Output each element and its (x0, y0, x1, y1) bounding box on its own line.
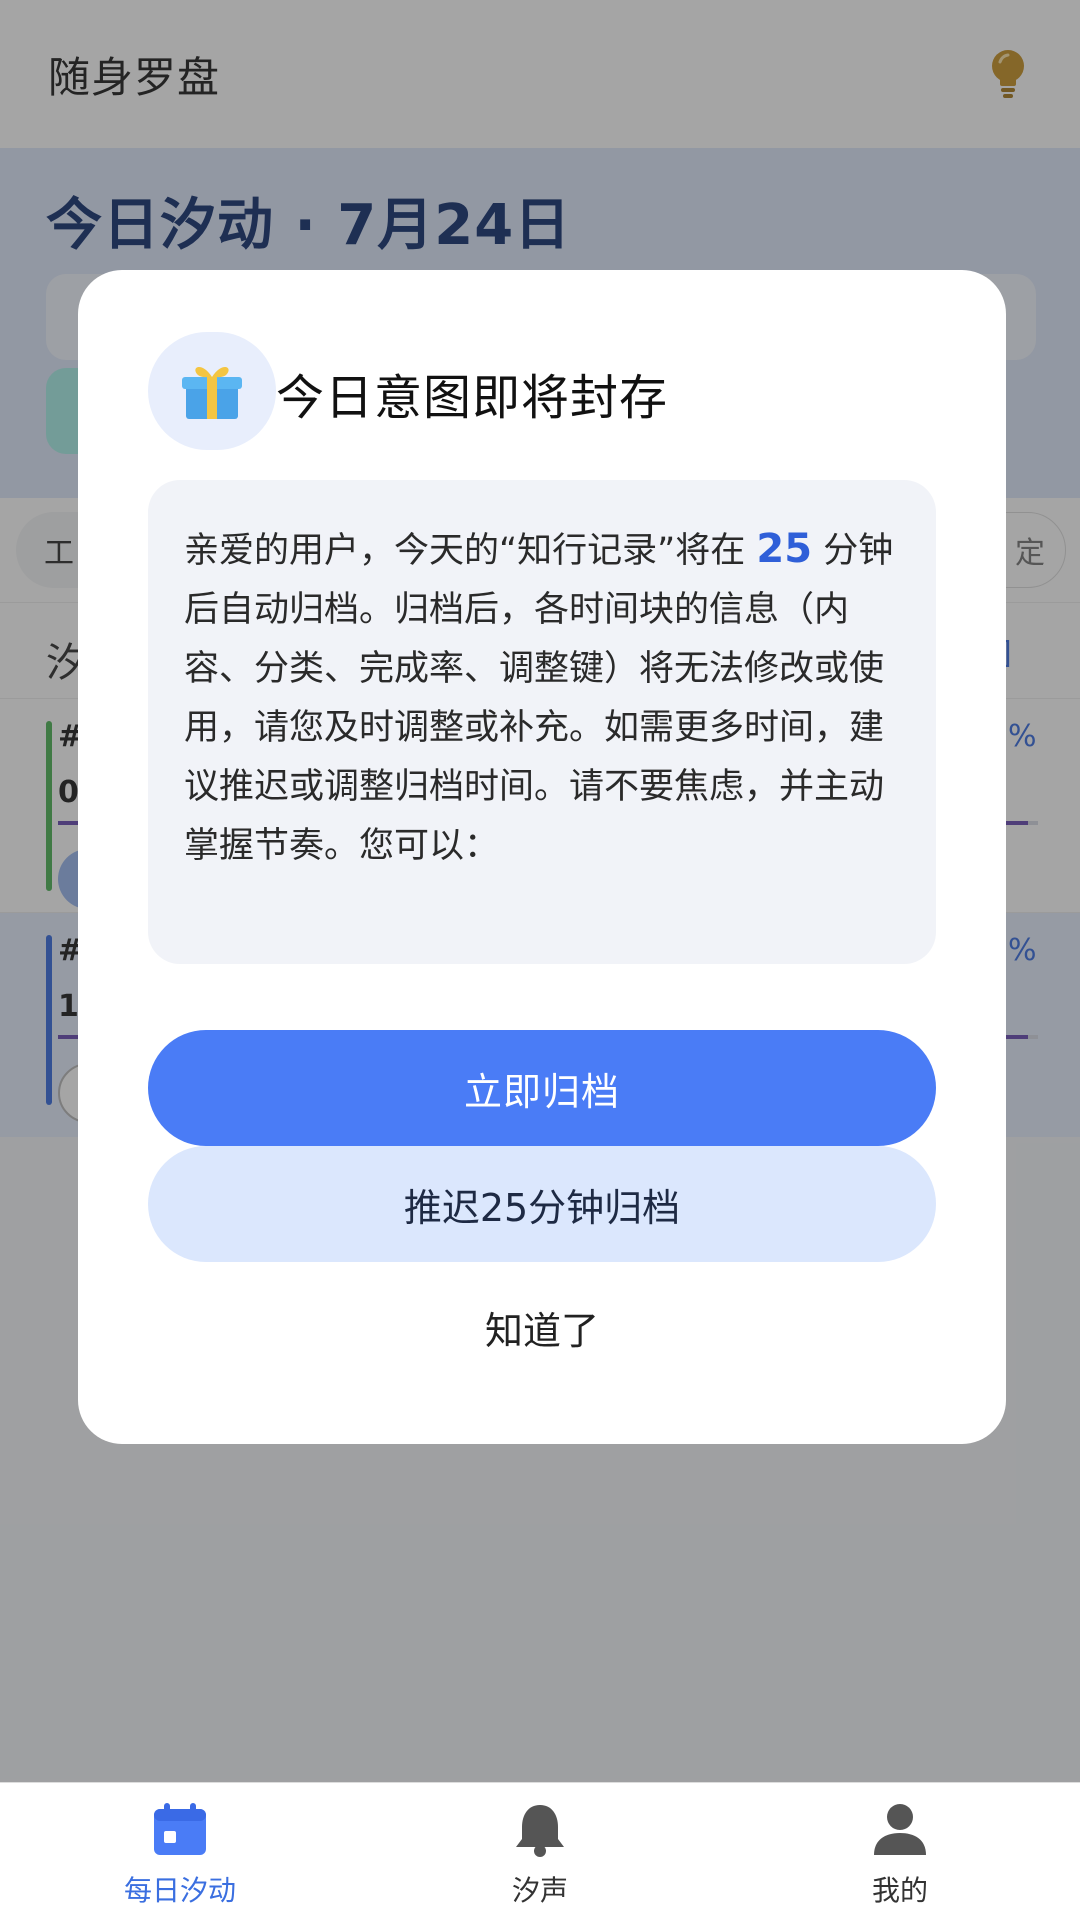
nav-item-profile[interactable]: 我的 (720, 1783, 1080, 1921)
dialog-title: 今日意图即将封存 (276, 370, 669, 426)
bottom-navigation: 每日汐动 汐声 我的 (0, 1782, 1080, 1921)
user-icon (868, 1797, 932, 1861)
postpone-archive-button[interactable]: 推迟25分钟归档 (148, 1146, 936, 1262)
message-text-start: 亲爱的用户，今天的“知行记录”将在 (184, 531, 757, 571)
archive-reminder-dialog: 今日意图即将封存 亲爱的用户，今天的“知行记录”将在 25 分钟后自动归档。归档… (78, 270, 1006, 1444)
nav-label: 汐声 (511, 1874, 568, 1907)
archive-now-button[interactable]: 立即归档 (148, 1030, 936, 1146)
nav-item-sound[interactable]: 汐声 (360, 1783, 720, 1921)
dismiss-button[interactable]: 知道了 (148, 1282, 936, 1372)
nav-label: 我的 (871, 1874, 928, 1907)
nav-label: 每日汐动 (123, 1874, 236, 1907)
gift-icon (148, 332, 276, 450)
calendar-icon (148, 1797, 212, 1861)
dialog-message: 亲爱的用户，今天的“知行记录”将在 25 分钟后自动归档。归档后，各时间块的信息… (148, 480, 936, 964)
nav-item-daily[interactable]: 每日汐动 (0, 1783, 360, 1921)
message-text-end: 分钟后自动归档。归档后，各时间块的信息（内容、分类、完成率、调整键）将无法修改或… (184, 531, 894, 866)
message-minutes: 25 (756, 526, 813, 572)
bell-icon (508, 1797, 572, 1861)
